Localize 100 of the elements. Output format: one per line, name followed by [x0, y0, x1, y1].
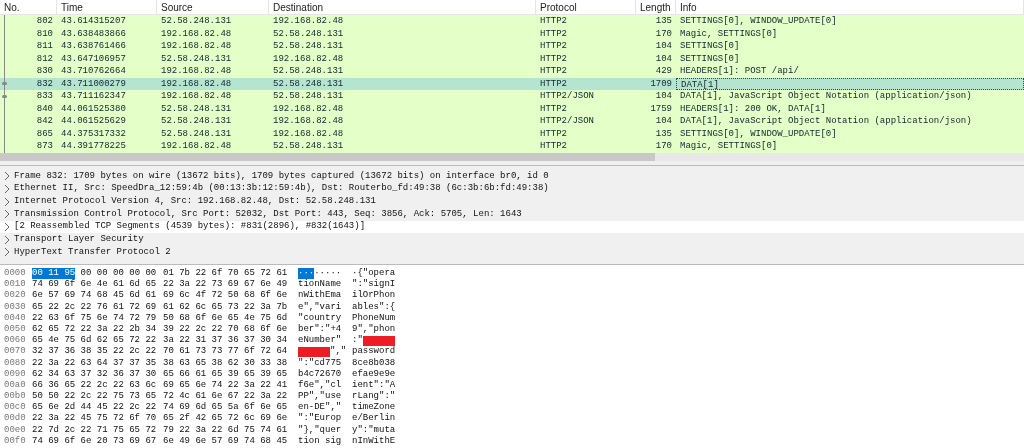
- table-cell: HTTP2: [540, 40, 567, 53]
- byte-offset: 00f0: [3, 435, 27, 447]
- hex-bytes: 74 69 6f 6e 4e 61 6d 65: [32, 279, 157, 290]
- table-cell: HTTP2: [540, 15, 567, 28]
- ascii-text: tion sig: [298, 435, 342, 447]
- table-cell: 43.638761466: [61, 40, 126, 53]
- byte-offset: 0080: [3, 357, 27, 369]
- ascii-text: ber":"+4: [298, 323, 342, 335]
- table-cell: 192.168.82.48: [161, 90, 232, 103]
- ascii-text: 8ce8b038: [352, 357, 396, 369]
- table-cell: 192.168.82.48: [273, 15, 344, 28]
- column-header[interactable]: Length: [636, 0, 676, 14]
- table-cell: 840: [36, 102, 53, 115]
- table-cell: 192.168.82.48: [273, 102, 344, 115]
- tree-item[interactable]: Ethernet II, Src: SpeedDra_12:59:4b (00:13:3b:12:59:4b), Dst: Routerbo_fd:49:38 (6c:3b:6b:fd:49:38): [0, 182, 1024, 196]
- table-cell: 52.58.248.131: [273, 40, 344, 53]
- tree-item[interactable]: Frame 832: 1709 bytes on wire (13672 bits), 1709 bytes captured (13672 bits) on interface br0, id 0: [0, 170, 1024, 183]
- table-cell: 192.168.82.48: [161, 40, 232, 53]
- table-cell: 192.168.82.48: [161, 77, 232, 90]
- tree-item[interactable]: [2 Reassembled TCP Segments (4539 bytes): #831(2896), #832(1643)]: [0, 220, 1024, 234]
- ascii-text: PP","use: [298, 391, 342, 402]
- byte-offset: 00e0: [3, 424, 27, 436]
- table-cell: 44.061525629: [61, 115, 126, 128]
- tree-item[interactable]: Transmission Control Protocol, Src Port: 52032, Dst Port: 443, Seq: 3856, Ack: 5705, Len: 1643: [0, 208, 1024, 221]
- byte-offset: 0020: [3, 290, 27, 302]
- tree-item[interactable]: Internet Protocol Version 4, Src: 192.168.82.48, Dst: 52.58.248.131: [0, 195, 1024, 209]
- hex-bytes: 65 66 61 65 39 65 39 65: [163, 368, 288, 380]
- table-cell: DATA[1], JavaScript Object Notation (application/json): [680, 115, 972, 128]
- table-cell: 52.58.248.131: [161, 127, 232, 140]
- column-header[interactable]: Time: [57, 0, 157, 14]
- table-cell: HTTP2: [540, 140, 567, 153]
- table-cell: 52.58.248.131: [161, 52, 232, 65]
- hex-bytes: 50 50 22 2c 22 75 73 65: [32, 391, 157, 402]
- ascii-text: ":"signI: [352, 279, 396, 290]
- table-cell: 1759: [650, 102, 672, 115]
- table-cell: 812: [36, 52, 53, 65]
- table-cell: 192.168.82.48: [161, 65, 232, 78]
- scrollbar-thumb[interactable]: [0, 153, 655, 161]
- hex-bytes: 22 3a 22 63 64 37 37 35: [32, 357, 157, 369]
- hex-bytes: 65 6e 2d 44 45 22 2c 22: [32, 402, 157, 413]
- byte-offset: 0030: [3, 301, 27, 313]
- table-cell: 52.58.248.131: [161, 102, 232, 115]
- ascii-text: ables":{: [352, 301, 396, 313]
- table-cell: 830: [36, 65, 53, 78]
- table-cell: DATA[1]: [681, 78, 719, 89]
- table-cell: 43.710762664: [61, 65, 126, 78]
- ascii-text: :": [352, 335, 363, 346]
- byte-offset: 0000: [3, 268, 27, 280]
- hex-bytes: 62 34 63 37 32 36 37 30: [32, 368, 157, 380]
- table-cell: 43.614315207: [61, 15, 126, 28]
- table-cell: HTTP2: [540, 127, 567, 140]
- ascii-text: nInWithE: [352, 435, 396, 447]
- ascii-text: password: [352, 346, 396, 358]
- ascii-text: rLang":": [352, 391, 396, 402]
- column-header[interactable]: Destination: [269, 0, 536, 14]
- hex-bytes: 69 6c 4f 72 50 68 6f 6e: [163, 290, 288, 302]
- ascii-text: e/Berlin: [352, 413, 396, 425]
- ascii-text: ·{"opera: [352, 268, 396, 279]
- hex-bytes: 01 7b 22 6f 70 65 72 61: [163, 268, 288, 280]
- hex-bytes: 50 68 6f 6e 65 4e 75 6d: [163, 312, 288, 324]
- redaction-block: [362, 335, 395, 346]
- tree-item[interactable]: HyperText Transfer Protocol 2: [0, 246, 1024, 259]
- column-header[interactable]: Protocol: [536, 0, 636, 14]
- ascii-text: ···: [298, 268, 315, 280]
- table-cell: 52.58.248.131: [273, 65, 344, 78]
- table-cell: HEADERS[1]: 200 OK, DATA[1]: [680, 102, 826, 115]
- horizontal-scrollbar[interactable]: [0, 153, 1024, 161]
- table-cell: 192.168.82.48: [273, 127, 344, 140]
- hex-bytes: 65 22 2c 22 76 61 72 69: [32, 301, 157, 313]
- hex-bytes: 79 22 3a 22 6d 75 74 61: [163, 424, 288, 436]
- table-cell: 170: [655, 140, 672, 153]
- table-cell: 833: [36, 90, 53, 103]
- table-cell: SETTINGS[0], WINDOW_UPDATE[0]: [680, 15, 837, 28]
- column-header[interactable]: Source: [157, 0, 269, 14]
- hex-bytes: 38 63 65 38 62 30 33 38: [163, 357, 288, 369]
- ascii-text: y":"muta: [352, 424, 396, 436]
- table-cell: 52.58.248.131: [273, 90, 344, 103]
- ascii-text: eNumber": [298, 335, 342, 346]
- table-cell: 43.638483866: [61, 27, 126, 40]
- hex-bytes: 65 2f 42 65 72 6c 69 6e: [163, 413, 288, 425]
- table-cell: 802: [36, 15, 53, 28]
- byte-offset: 0060: [3, 335, 27, 347]
- ascii-text: PhoneNum: [352, 312, 396, 324]
- table-cell: DATA[1], JavaScript Object Notation (application/json): [680, 90, 972, 103]
- table-cell: HTTP2/JSON: [540, 90, 594, 103]
- column-header[interactable]: Info: [676, 0, 1024, 14]
- ascii-text: en-DE",": [298, 402, 342, 413]
- table-cell: 135: [655, 15, 672, 28]
- hex-bytes: 22 63 6f 75 6e 74 72 79: [32, 312, 157, 324]
- table-cell: 43.711000279: [61, 77, 126, 90]
- byte-offset: 0040: [3, 312, 27, 324]
- table-cell: HTTP2: [540, 65, 567, 78]
- table-cell: Magic, SETTINGS[0]: [680, 27, 778, 40]
- table-cell: 104: [655, 115, 672, 128]
- table-cell: HTTP2: [540, 27, 567, 40]
- tree-item[interactable]: Transport Layer Security: [0, 233, 1024, 247]
- ascii-text: "country: [298, 312, 342, 324]
- ascii-text: ":"Europ: [298, 413, 342, 425]
- column-header[interactable]: No.: [0, 0, 57, 14]
- byte-offset: 0050: [3, 323, 27, 336]
